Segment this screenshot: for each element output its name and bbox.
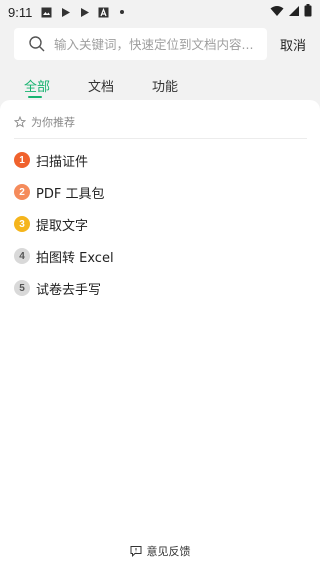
list-item[interactable]: 5 试卷去手写 (14, 272, 114, 304)
recommend-panel: 为你推荐 1 扫描证件 2 PDF 工具包 3 提取文字 4 拍图转 Excel… (0, 100, 320, 569)
list-item-label: PDF 工具包 (36, 186, 105, 202)
list-item[interactable]: 4 拍图转 Excel (14, 240, 114, 272)
recommend-header: 为你推荐 (13, 114, 75, 130)
tab-active-indicator (28, 96, 42, 98)
status-bar: 9:11 (0, 0, 320, 24)
search-input[interactable] (54, 36, 254, 52)
search-icon (28, 35, 46, 53)
search-row: 取消 (14, 28, 310, 60)
a-icon (97, 6, 109, 18)
recommend-list: 1 扫描证件 2 PDF 工具包 3 提取文字 4 拍图转 Excel 5 试卷… (14, 144, 114, 304)
rank-badge: 1 (14, 152, 30, 168)
recommend-title: 为你推荐 (31, 116, 75, 129)
play-icon (59, 6, 71, 18)
list-item[interactable]: 3 提取文字 (14, 208, 114, 240)
tab-bar: 全部 文档 功能 (0, 72, 320, 98)
tab-documents[interactable]: 文档 (88, 76, 114, 95)
list-item[interactable]: 1 扫描证件 (14, 144, 114, 176)
battery-icon (304, 4, 312, 21)
list-item-label: 提取文字 (36, 218, 89, 234)
rank-badge: 4 (14, 248, 30, 264)
list-item[interactable]: 2 PDF 工具包 (14, 176, 114, 208)
feedback-icon (130, 545, 142, 557)
play-icon (78, 6, 90, 18)
list-item-label: 拍图转 Excel (36, 250, 114, 266)
rank-badge: 5 (14, 280, 30, 296)
rank-badge: 2 (14, 184, 30, 200)
list-item-label: 试卷去手写 (36, 282, 102, 298)
signal-icon (288, 5, 300, 21)
list-item-label: 扫描证件 (36, 154, 89, 170)
status-time: 9:11 (8, 4, 33, 20)
tab-functions[interactable]: 功能 (152, 76, 178, 95)
wifi-icon (270, 5, 284, 21)
dot-icon (116, 6, 128, 18)
cancel-button[interactable]: 取消 (280, 35, 310, 54)
feedback-label: 意见反馈 (146, 545, 191, 558)
star-icon (13, 115, 27, 128)
search-box[interactable] (14, 28, 267, 60)
tab-all[interactable]: 全部 (24, 76, 50, 95)
rank-badge: 3 (14, 216, 30, 232)
divider (14, 138, 307, 139)
image-icon (40, 6, 52, 18)
feedback-link[interactable]: 意见反馈 (0, 543, 320, 559)
